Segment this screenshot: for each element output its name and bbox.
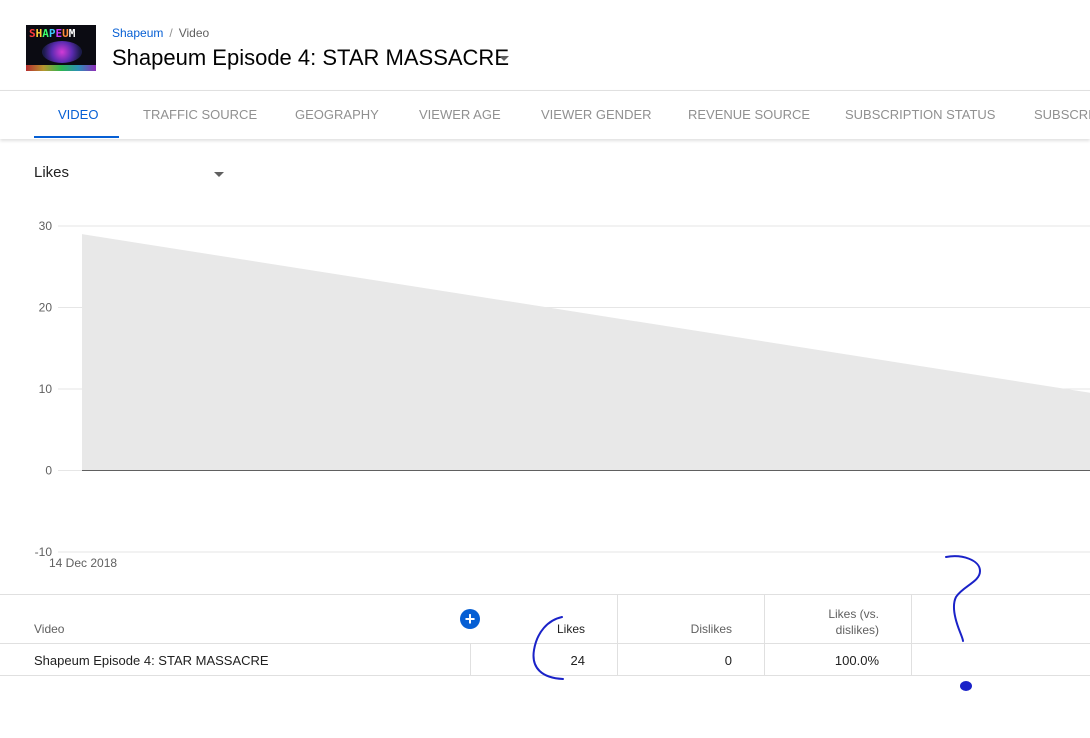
annotation-bracket bbox=[532, 616, 564, 680]
annotation-question-dot bbox=[960, 681, 972, 691]
handwritten-annotations bbox=[532, 555, 982, 691]
annotation-question-mark bbox=[945, 555, 982, 642]
